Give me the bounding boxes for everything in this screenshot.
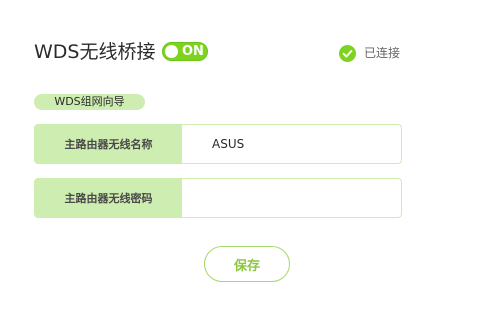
check-circle-icon xyxy=(339,44,356,62)
password-input[interactable] xyxy=(182,179,401,217)
ssid-field: 主路由器无线名称 xyxy=(34,124,402,164)
wds-wizard-link[interactable]: WDS组网向导 xyxy=(34,94,145,110)
status-text: 已连接 xyxy=(364,46,401,60)
ssid-label: 主路由器无线名称 xyxy=(35,125,182,163)
wds-toggle[interactable]: ON xyxy=(162,42,208,61)
ssid-input[interactable] xyxy=(182,125,401,163)
password-label: 主路由器无线密码 xyxy=(35,179,182,217)
page-title: WDS无线桥接 xyxy=(34,41,156,63)
toggle-knob xyxy=(165,45,178,58)
password-field: 主路由器无线密码 xyxy=(34,178,402,218)
toggle-label: ON xyxy=(182,44,204,59)
connection-status: 已连接 xyxy=(339,44,400,62)
save-button[interactable]: 保存 xyxy=(204,246,290,282)
